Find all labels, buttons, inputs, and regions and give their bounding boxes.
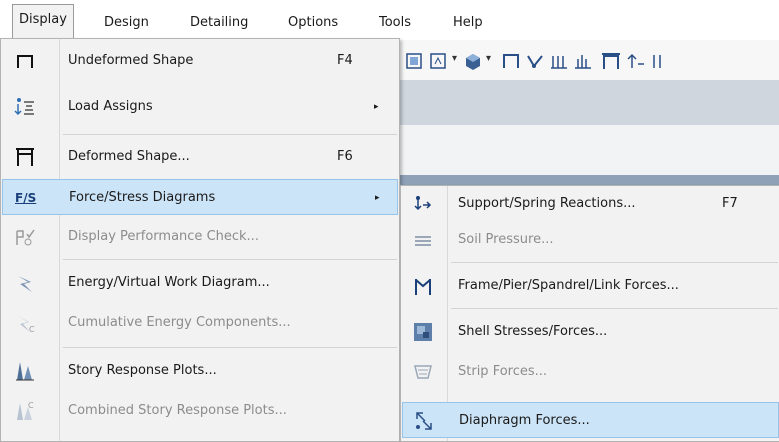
shortcut-label: F4 bbox=[337, 53, 353, 68]
menu-item-cumulative-energy[interactable]: C Cumulative Energy Components... bbox=[2, 305, 398, 341]
reactions-icon[interactable] bbox=[626, 50, 648, 72]
deformed-shape-icon[interactable] bbox=[524, 50, 546, 72]
menu-detailing[interactable]: Detailing bbox=[184, 11, 254, 35]
submenu-item-label: Frame/Pier/Spandrel/Link Forces... bbox=[458, 278, 679, 293]
toolbar: ▾ ▾ bbox=[400, 40, 779, 81]
shortcut-label: F7 bbox=[722, 196, 738, 211]
menu-item-label: Display Performance Check... bbox=[68, 229, 259, 244]
submenu-item-shell-stresses-forces[interactable]: Shell Stresses/Forces... bbox=[402, 314, 779, 350]
combined-story-response-icon: C bbox=[17, 401, 34, 420]
menu-item-label: Deformed Shape... bbox=[68, 149, 190, 164]
deformed-frame-icon[interactable] bbox=[600, 50, 622, 72]
menu-item-label: Undeformed Shape bbox=[68, 53, 194, 68]
submenu-item-support-spring-reactions[interactable]: Support/Spring Reactions... F7 bbox=[402, 186, 779, 222]
menu-separator bbox=[63, 347, 397, 348]
menu-item-label: Story Response Plots... bbox=[68, 363, 217, 378]
submenu-item-frame-pier-spandrel-link[interactable]: Frame/Pier/Spandrel/Link Forces... bbox=[402, 268, 779, 304]
menu-tools[interactable]: Tools bbox=[373, 11, 417, 35]
frame-forces-icon bbox=[415, 279, 431, 295]
soil-pressure-icon bbox=[415, 236, 431, 246]
submenu-item-diaphragm-forces[interactable]: Diaphragm Forces... bbox=[402, 402, 779, 438]
submenu-item-soil-pressure[interactable]: Soil Pressure... bbox=[402, 222, 779, 258]
view-icon[interactable] bbox=[404, 50, 426, 72]
menu-item-force-stress-diagrams[interactable]: F/S Force/Stress Diagrams ▸ bbox=[2, 179, 398, 215]
menu-item-label: Combined Story Response Plots... bbox=[68, 403, 287, 418]
frame-view-icon[interactable] bbox=[428, 50, 450, 72]
dropdown-icon[interactable]: ▾ bbox=[486, 53, 491, 64]
loads-bar-icon[interactable] bbox=[572, 50, 594, 72]
submenu-item-label: Diaphragm Forces... bbox=[459, 413, 590, 428]
shortcut-label: F6 bbox=[337, 149, 353, 164]
menu-separator bbox=[63, 134, 397, 135]
menu-item-load-assigns[interactable]: Load Assigns ▸ bbox=[2, 89, 398, 125]
deformed-shape-icon bbox=[16, 148, 34, 166]
menu-item-story-response-plots[interactable]: Story Response Plots... bbox=[2, 353, 398, 389]
ribbon-band bbox=[400, 80, 779, 125]
undeformed-shape-icon bbox=[17, 55, 33, 68]
menu-separator bbox=[451, 308, 778, 309]
shell-stresses-icon bbox=[414, 323, 432, 341]
load-assigns-icon bbox=[14, 98, 34, 116]
menu-item-label: Force/Stress Diagrams bbox=[69, 190, 216, 205]
story-response-icon bbox=[16, 362, 34, 381]
submenu-arrow-icon: ▸ bbox=[375, 193, 380, 203]
force-stress-icon: F/S bbox=[15, 191, 37, 205]
force-stress-submenu: Support/Spring Reactions... F7 Soil Pres… bbox=[400, 185, 779, 442]
menu-item-display-performance-check[interactable]: Display Performance Check... bbox=[2, 219, 398, 255]
menu-item-label: Load Assigns bbox=[68, 99, 153, 114]
menu-item-deformed-shape[interactable]: Deformed Shape... F6 bbox=[2, 139, 398, 175]
undeformed-shape-icon[interactable] bbox=[500, 50, 522, 72]
menu-help[interactable]: Help bbox=[447, 11, 489, 35]
menu-item-label: Energy/Virtual Work Diagram... bbox=[68, 275, 270, 290]
submenu-arrow-icon: ▸ bbox=[374, 102, 379, 112]
svg-text:C: C bbox=[28, 401, 34, 410]
menu-item-energy-virtual-work[interactable]: Energy/Virtual Work Diagram... bbox=[2, 265, 398, 301]
submenu-item-strip-forces[interactable]: Strip Forces... bbox=[402, 354, 779, 390]
menu-display[interactable]: Display bbox=[12, 4, 74, 39]
performance-check-icon bbox=[16, 229, 35, 246]
menu-item-undeformed-shape[interactable]: Undeformed Shape F4 bbox=[2, 43, 398, 79]
object-shading-icon[interactable] bbox=[462, 50, 484, 72]
menu-separator bbox=[451, 262, 778, 263]
menu-design[interactable]: Design bbox=[98, 11, 155, 35]
menu-options[interactable]: Options bbox=[282, 11, 344, 35]
frame-forces-icon[interactable] bbox=[648, 50, 670, 72]
load-icon[interactable] bbox=[548, 50, 570, 72]
support-reactions-icon bbox=[414, 196, 432, 211]
display-menu: Undeformed Shape F4 Load Assigns ▸ Defor… bbox=[0, 38, 400, 442]
dropdown-icon[interactable]: ▾ bbox=[452, 53, 457, 64]
submenu-item-label: Soil Pressure... bbox=[458, 232, 554, 247]
strip-forces-icon bbox=[414, 365, 432, 379]
menu-item-combined-story-response[interactable]: C Combined Story Response Plots... bbox=[2, 393, 398, 429]
submenu-item-label: Support/Spring Reactions... bbox=[458, 196, 636, 211]
submenu-item-label: Strip Forces... bbox=[458, 364, 548, 379]
tab-strip bbox=[400, 125, 779, 176]
cumulative-energy-icon: C bbox=[18, 316, 35, 334]
submenu-item-label: Shell Stresses/Forces... bbox=[458, 324, 608, 339]
energy-diagram-icon bbox=[18, 276, 32, 292]
svg-text:C: C bbox=[29, 325, 35, 334]
menu-item-label: Cumulative Energy Components... bbox=[68, 315, 291, 330]
menu-separator bbox=[63, 259, 397, 260]
menu-bar: Display Design Detailing Options Tools H… bbox=[0, 0, 779, 40]
diaphragm-forces-icon bbox=[416, 412, 432, 430]
